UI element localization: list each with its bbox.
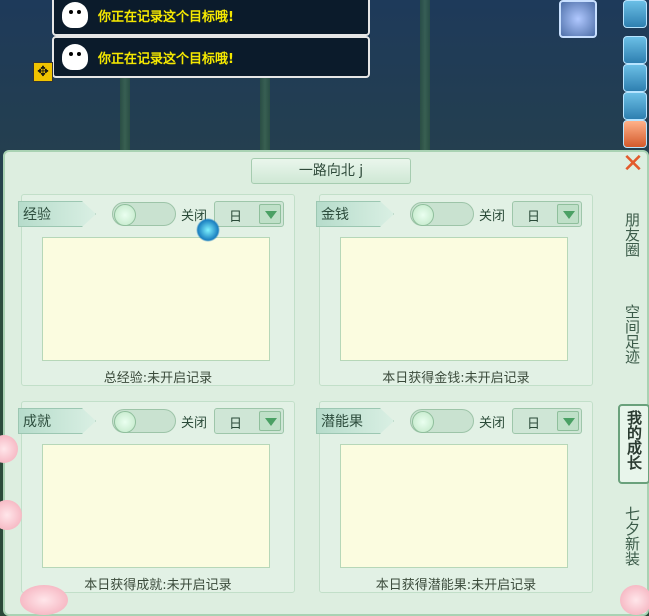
card-footer: 本日获得金钱:未开启记录	[382, 371, 530, 386]
select-value: 日	[229, 417, 243, 432]
hud-button[interactable]	[623, 36, 647, 64]
chevron-down-icon[interactable]	[259, 204, 281, 224]
tab-friend-circle[interactable]: 朋友圈	[618, 212, 646, 276]
right-hud	[559, 0, 649, 150]
card-tag: 成就	[18, 408, 96, 434]
tab-label: 七夕新装	[623, 506, 641, 566]
tab-label: 朋友圈	[623, 212, 641, 257]
toggle-knob[interactable]	[412, 411, 434, 433]
record-toggle[interactable]	[112, 409, 176, 433]
tab-label: 空间足迹	[623, 304, 641, 364]
growth-panel: 一路向北 j ✕ 经验 关闭 日 总经验:未开启记录 金钱 关闭 日 本日获得金…	[3, 150, 649, 616]
hud-button[interactable]	[623, 64, 647, 92]
record-card-potential-fruit: 潜能果 关闭 日 本日获得潜能果:未开启记录	[316, 401, 593, 593]
record-card-money: 金钱 关闭 日 本日获得金钱:未开启记录	[316, 194, 593, 386]
toggle-knob[interactable]	[412, 204, 434, 226]
lotus-flower-decoration	[620, 585, 649, 615]
notification-text: 你正在记录这个目标哦!	[98, 51, 234, 67]
record-display-area	[42, 237, 270, 361]
panel-title: 一路向北 j	[251, 158, 411, 184]
lotus-flower-decoration	[20, 585, 68, 615]
record-card-experience: 经验 关闭 日 总经验:未开启记录	[18, 194, 295, 386]
tab-label: 我的成长	[625, 410, 643, 470]
toggle-label: 关闭	[479, 416, 506, 431]
toggle-label: 关闭	[479, 209, 506, 224]
notification-toast: 你正在记录这个目标哦!	[52, 0, 370, 36]
toggle-knob[interactable]	[114, 204, 136, 226]
hud-button[interactable]	[623, 92, 647, 120]
notification-toast: 你正在记录这个目标哦!	[52, 36, 370, 78]
tab-my-growth[interactable]: 我的成长	[618, 404, 649, 484]
select-value: 日	[527, 210, 541, 225]
tab-qixi-outfit[interactable]: 七夕新装	[618, 506, 646, 592]
bamboo-decoration	[420, 0, 430, 170]
rabbit-avatar-icon	[62, 2, 88, 28]
tab-space-footprint[interactable]: 空间足迹	[618, 304, 646, 388]
period-select[interactable]: 日	[512, 201, 582, 227]
record-toggle[interactable]	[410, 202, 474, 226]
record-display-area	[340, 444, 568, 568]
card-tag: 金钱	[316, 201, 394, 227]
close-icon[interactable]: ✕	[620, 151, 646, 178]
record-toggle[interactable]	[112, 202, 176, 226]
record-display-area	[42, 444, 270, 568]
notification-text: 你正在记录这个目标哦!	[98, 9, 234, 25]
period-select[interactable]: 日	[214, 408, 284, 434]
hud-button[interactable]	[623, 0, 647, 28]
chevron-down-icon[interactable]	[557, 411, 579, 431]
toggle-knob[interactable]	[114, 411, 136, 433]
card-footer: 本日获得潜能果:未开启记录	[375, 578, 537, 593]
card-tag: 经验	[18, 201, 96, 227]
toggle-label: 关闭	[181, 416, 208, 431]
move-icon[interactable]: ✥	[33, 62, 53, 82]
card-footer: 总经验:未开启记录	[103, 371, 213, 386]
record-toggle[interactable]	[410, 409, 474, 433]
record-display-area	[340, 237, 568, 361]
select-value: 日	[229, 210, 243, 225]
chevron-down-icon[interactable]	[557, 204, 579, 224]
rabbit-avatar-icon	[62, 44, 88, 70]
record-card-achievement: 成就 关闭 日 本日获得成就:未开启记录	[18, 401, 295, 593]
select-value: 日	[527, 417, 541, 432]
card-tag: 潜能果	[316, 408, 394, 434]
period-select[interactable]: 日	[512, 408, 582, 434]
chevron-down-icon[interactable]	[259, 411, 281, 431]
hud-button[interactable]	[623, 120, 647, 148]
player-portrait-icon[interactable]	[559, 0, 597, 38]
period-select[interactable]: 日	[214, 201, 284, 227]
